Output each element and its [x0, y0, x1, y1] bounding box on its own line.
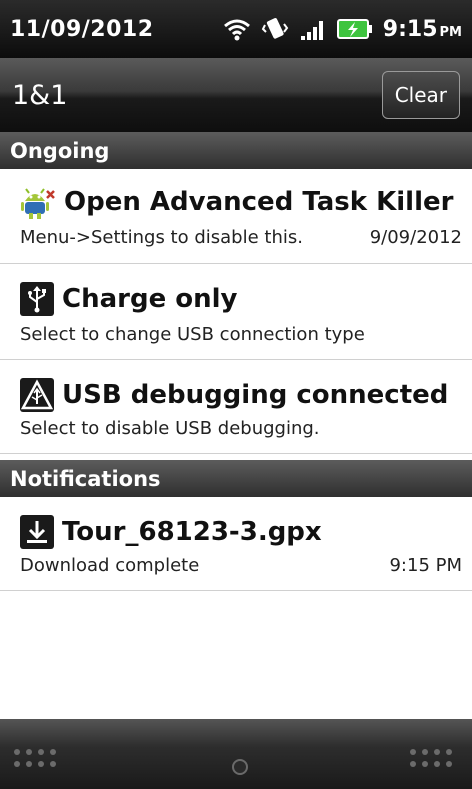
- status-bar: 11/09/2012 9:15 PM: [0, 0, 472, 58]
- notification-time: 9/09/2012: [369, 227, 462, 248]
- notification-title: Open Advanced Task Killer: [20, 185, 453, 219]
- carrier-name: 1&1: [12, 79, 68, 111]
- battery-charging-icon: [336, 14, 373, 44]
- android-task-killer-icon: [20, 185, 56, 219]
- notification-title-text: Tour_68123-3.gpx: [62, 517, 322, 547]
- grip-dots-left-icon: [14, 749, 62, 767]
- wifi-icon: [223, 14, 251, 44]
- handle-knob-icon: [232, 759, 248, 775]
- notification-title: Charge only: [20, 282, 238, 316]
- notification-subtitle: Download complete: [20, 555, 200, 576]
- section-header-notifications: Notifications: [0, 460, 472, 497]
- notification-title-text: Open Advanced Task Killer: [64, 187, 454, 217]
- clear-button[interactable]: Clear: [381, 71, 460, 119]
- vibrate-icon: [261, 14, 289, 44]
- usb-icon: [20, 282, 54, 316]
- grip-dots-right-icon: [410, 749, 458, 767]
- drawer-handle[interactable]: [0, 719, 472, 789]
- status-time: 9:15 PM: [383, 17, 462, 42]
- notification-title: USB debugging connected: [20, 378, 448, 412]
- notification-title-text: Charge only: [62, 284, 238, 314]
- download-icon: [20, 515, 54, 549]
- notification-charge-only[interactable]: Charge only Select to change USB connect…: [0, 264, 472, 360]
- notification-task-killer[interactable]: Open Advanced Task Killer Menu->Settings…: [0, 169, 472, 264]
- notification-time: 9:15 PM: [389, 555, 462, 576]
- warning-icon: [20, 378, 54, 412]
- status-time-ampm: PM: [439, 24, 462, 40]
- notification-header: 1&1 Clear: [0, 58, 472, 132]
- section-header-ongoing: Ongoing: [0, 132, 472, 169]
- notification-subtitle: Menu->Settings to disable this.: [20, 227, 303, 248]
- notification-subtitle: Select to disable USB debugging.: [20, 418, 320, 439]
- status-icons: 9:15 PM: [223, 14, 462, 44]
- notification-download[interactable]: Tour_68123-3.gpx Download complete 9:15 …: [0, 497, 472, 591]
- notification-title: Tour_68123-3.gpx: [20, 515, 322, 549]
- notification-title-text: USB debugging connected: [62, 380, 449, 410]
- signal-icon: [299, 14, 327, 44]
- status-time-value: 9:15: [382, 16, 438, 42]
- notification-subtitle: Select to change USB connection type: [20, 324, 365, 345]
- status-date: 11/09/2012: [10, 16, 154, 42]
- notification-usb-debugging[interactable]: USB debugging connected Select to disabl…: [0, 360, 472, 454]
